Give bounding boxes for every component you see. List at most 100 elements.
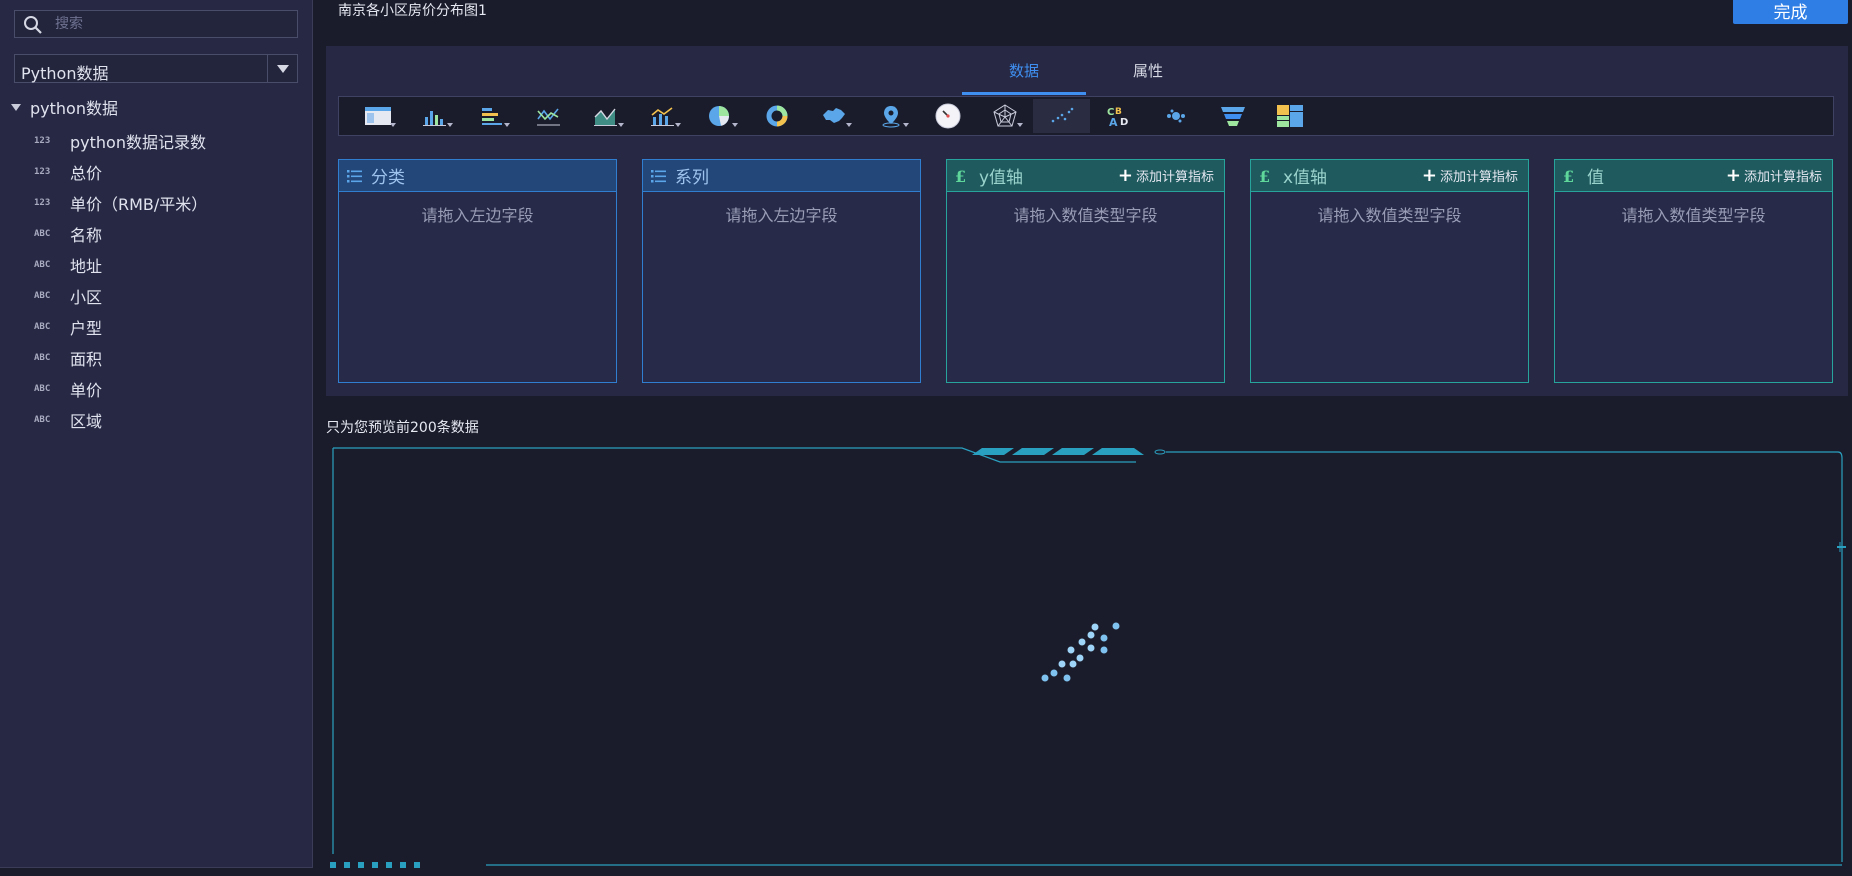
chart-type-toolbar: C B A D <box>338 96 1834 136</box>
field-item[interactable]: ABC 小区 <box>0 280 313 311</box>
dropdown-arrow-icon <box>618 123 624 127</box>
field-item[interactable]: 123 python数据记录数 <box>0 125 313 156</box>
chart-type-point-map[interactable] <box>862 99 919 133</box>
dropzone-title: x值轴 <box>1283 168 1328 188</box>
chart-type-scatter[interactable] <box>1033 99 1090 133</box>
plus-icon: + <box>1117 165 1133 186</box>
chart-type-word-cloud[interactable]: C B A D <box>1090 99 1147 133</box>
text-type-icon: ABC <box>34 228 51 239</box>
decoration-stripes <box>972 448 1144 455</box>
search-box[interactable] <box>14 10 298 38</box>
tab-data[interactable]: 数据 <box>962 60 1086 95</box>
field-item[interactable]: 123 单价（RMB/平米） <box>0 187 313 218</box>
list-icon <box>347 169 365 183</box>
tab-properties[interactable]: 属性 <box>1086 60 1210 95</box>
add-metric-button[interactable]: + 添加计算指标 <box>1118 165 1214 186</box>
dropzone-category[interactable]: 分类 请拖入左边字段 <box>338 159 617 383</box>
field-label: 单价 <box>70 380 103 400</box>
field-label: 区域 <box>70 411 103 431</box>
dropzone-header: 系列 <box>643 160 920 192</box>
chart-type-horizontal-bar[interactable] <box>463 99 520 133</box>
field-item[interactable]: ABC 单价 <box>0 373 313 404</box>
tree-root-node[interactable]: python数据 <box>10 96 118 118</box>
dropzone-hint: 请拖入数值类型字段 <box>1317 206 1462 225</box>
search-input[interactable] <box>55 14 285 34</box>
search-icon <box>23 15 43 39</box>
dropzone-series[interactable]: 系列 请拖入左边字段 <box>642 159 921 383</box>
horizontal-bar-icon <box>481 108 502 125</box>
svg-text:D: D <box>1120 117 1128 128</box>
chart-type-pie[interactable] <box>691 99 748 133</box>
dropzone-hint: 请拖入左边字段 <box>725 206 838 225</box>
dropzone-header: £ x值轴 + 添加计算指标 <box>1251 160 1528 192</box>
chart-type-radar[interactable] <box>976 99 1033 133</box>
svg-text:A: A <box>1109 116 1118 128</box>
field-list: 123 python数据记录数 123 总价 123 单价（RMB/平米） ABC 名称 ABC… <box>0 125 313 435</box>
field-item[interactable]: ABC 地址 <box>0 249 313 280</box>
dropzone-value[interactable]: £ 值 + 添加计算指标 请拖入数值类型字段 <box>1554 159 1833 383</box>
chart-type-bar[interactable] <box>406 99 463 133</box>
area-chart-icon <box>593 108 617 126</box>
location-pin-icon <box>882 106 899 128</box>
chart-type-donut[interactable] <box>748 99 805 133</box>
chart-type-funnel[interactable] <box>1204 99 1261 133</box>
dropdown-arrow-icon <box>675 123 681 127</box>
text-type-icon: ABC <box>34 414 51 425</box>
field-item[interactable]: ABC 名称 <box>0 218 313 249</box>
dropzone-header: 分类 <box>339 160 616 192</box>
numeric-type-icon: 123 <box>34 166 51 177</box>
donut-chart-icon <box>766 105 787 127</box>
dropdown-arrow-icon <box>903 123 909 127</box>
dropzone-y-axis[interactable]: £ y值轴 + 添加计算指标 请拖入数值类型字段 <box>946 159 1225 383</box>
field-item[interactable]: ABC 户型 <box>0 311 313 342</box>
field-label: 总价 <box>70 163 103 183</box>
measure-icon: £ <box>1259 168 1277 184</box>
chart-type-table[interactable] <box>349 99 406 133</box>
list-icon <box>651 169 669 183</box>
tree-root-label: python数据 <box>30 99 118 118</box>
field-label: 小区 <box>70 287 103 307</box>
caret-down-icon <box>11 104 21 111</box>
add-metric-label: 添加计算指标 <box>1439 170 1518 185</box>
svg-text:£: £ <box>955 168 966 184</box>
text-type-icon: ABC <box>34 259 51 270</box>
chart-type-line[interactable] <box>520 99 577 133</box>
add-metric-label: 添加计算指标 <box>1135 170 1214 185</box>
chart-type-combo[interactable] <box>634 99 691 133</box>
pie-chart-icon <box>708 106 729 126</box>
field-item[interactable]: ABC 面积 <box>0 342 313 373</box>
chart-type-area[interactable] <box>577 99 634 133</box>
chart-type-treemap[interactable] <box>1261 99 1318 133</box>
treemap-icon <box>1276 105 1303 127</box>
bubble-chart-icon <box>1166 109 1185 123</box>
chart-type-map[interactable] <box>805 99 862 133</box>
bar-chart-icon <box>422 111 446 126</box>
decoration-dots <box>330 862 420 868</box>
field-item[interactable]: ABC 区域 <box>0 404 313 435</box>
data-source-select[interactable]: Python数据 <box>14 54 298 83</box>
dropzone-x-axis[interactable]: £ x值轴 + 添加计算指标 请拖入数值类型字段 <box>1250 159 1529 383</box>
loading-scatter-icon <box>1041 622 1120 682</box>
dropzone-title: 值 <box>1587 168 1604 188</box>
dropdown-arrow-icon <box>447 123 453 127</box>
funnel-chart-icon <box>1220 107 1245 126</box>
done-button[interactable]: 完成 <box>1733 0 1848 24</box>
chart-title: 南京各小区房价分布图1 <box>338 3 487 19</box>
dropdown-toggle[interactable] <box>267 55 297 82</box>
add-metric-button[interactable]: + 添加计算指标 <box>1422 165 1518 186</box>
field-item[interactable]: 123 总价 <box>0 156 313 187</box>
text-type-icon: ABC <box>34 352 51 363</box>
chart-type-bubble[interactable] <box>1147 99 1204 133</box>
field-label: 户型 <box>70 318 103 338</box>
word-cloud-icon: C B A D <box>1107 107 1128 128</box>
dropdown-arrow-icon <box>732 123 738 127</box>
field-label: 单价（RMB/平米） <box>70 194 208 214</box>
dropzone-header: £ 值 + 添加计算指标 <box>1555 160 1832 192</box>
dropzone-hint: 请拖入左边字段 <box>421 206 534 225</box>
chart-type-gauge[interactable] <box>919 99 976 133</box>
add-metric-button[interactable]: + 添加计算指标 <box>1726 165 1822 186</box>
measure-icon: £ <box>955 168 973 184</box>
dropdown-arrow-icon <box>504 123 510 127</box>
preview-note: 只为您预览前200条数据 <box>326 420 479 436</box>
numeric-type-icon: 123 <box>34 197 51 208</box>
